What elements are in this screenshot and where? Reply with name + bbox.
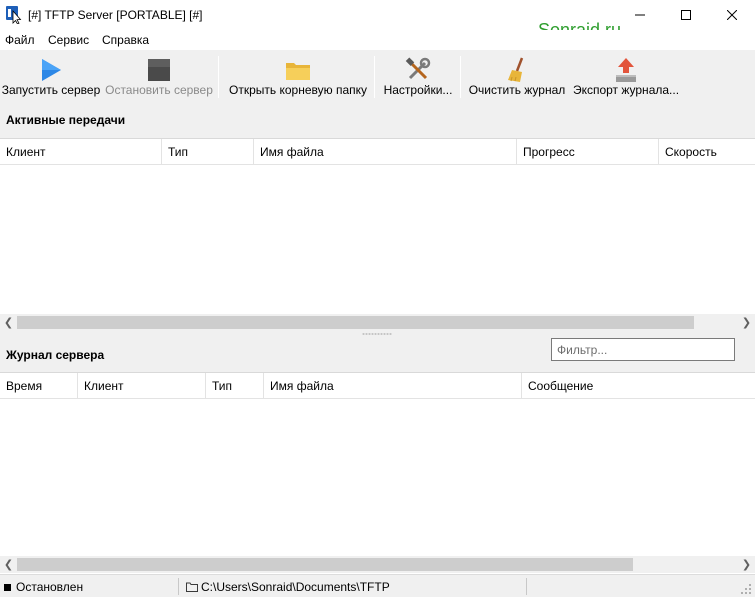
folder-icon: [286, 63, 310, 80]
column-filename[interactable]: Имя файла: [264, 373, 522, 398]
column-type[interactable]: Тип: [162, 139, 254, 164]
tools-icon: [405, 57, 431, 80]
settings-button[interactable]: Настройки...: [380, 50, 456, 102]
server-log-hscrollbar[interactable]: ❮ ❯: [0, 556, 755, 573]
clear-log-label: Очистить журнал: [468, 83, 566, 97]
menu-service[interactable]: Сервис: [48, 33, 89, 47]
stopped-indicator-icon: [4, 584, 11, 591]
scrollbar-thumb[interactable]: [17, 316, 694, 329]
scroll-right-icon[interactable]: ❯: [738, 314, 755, 331]
settings-label: Настройки...: [383, 83, 453, 97]
open-root-folder-button[interactable]: Открыть корневую папку: [225, 50, 371, 102]
status-bar: Остановлен C:\Users\Sonraid\Documents\TF…: [0, 574, 755, 597]
export-log-button[interactable]: Экспорт журнала...: [570, 50, 682, 102]
column-type[interactable]: Тип: [206, 373, 264, 398]
scroll-left-icon[interactable]: ❮: [0, 314, 17, 331]
column-client[interactable]: Клиент: [78, 373, 206, 398]
resize-grip-icon[interactable]: [740, 583, 752, 595]
start-server-button[interactable]: Запустить сервер: [0, 50, 102, 102]
start-server-label: Запустить сервер: [1, 83, 101, 97]
minimize-icon: [635, 14, 645, 16]
server-log-column-header: Время Клиент Тип Имя файла Сообщение: [0, 373, 755, 399]
toolbar-separator: [374, 56, 375, 98]
play-icon: [42, 59, 61, 81]
active-transfers-header: Активные передачи: [0, 102, 755, 138]
open-root-folder-label: Открыть корневую папку: [229, 83, 367, 97]
active-transfers-title: Активные передачи: [6, 113, 126, 127]
maximize-icon: [681, 10, 691, 20]
app-icon: [6, 6, 22, 24]
status-separator: [526, 578, 527, 595]
column-time[interactable]: Время: [0, 373, 78, 398]
root-path[interactable]: C:\Users\Sonraid\Documents\TFTP: [186, 575, 390, 597]
folder-small-icon: [186, 582, 198, 592]
menu-bar: Файл Сервис Справка: [0, 30, 755, 50]
column-filename[interactable]: Имя файла: [254, 139, 517, 164]
toolbar-separator: [460, 56, 461, 98]
server-log-list[interactable]: Время Клиент Тип Имя файла Сообщение: [0, 372, 755, 556]
column-message[interactable]: Сообщение: [522, 373, 755, 398]
minimize-button[interactable]: [617, 0, 663, 30]
server-status: Остановлен: [4, 575, 83, 597]
splitter-grip-icon: [362, 333, 392, 335]
stop-icon: [148, 59, 170, 81]
active-transfers-column-header: Клиент Тип Имя файла Прогресс Скорость: [0, 139, 755, 165]
root-path-text: C:\Users\Sonraid\Documents\TFTP: [201, 580, 390, 594]
export-log-label: Экспорт журнала...: [572, 83, 680, 97]
menu-file[interactable]: Файл: [5, 33, 35, 47]
column-speed[interactable]: Скорость: [659, 139, 755, 164]
column-progress[interactable]: Прогресс: [517, 139, 659, 164]
close-button[interactable]: [709, 0, 755, 30]
close-icon: [727, 10, 737, 20]
pane-splitter[interactable]: [0, 330, 755, 338]
title-bar: [#] TFTP Server [PORTABLE] [#] Sonraid.r…: [0, 0, 755, 40]
clear-log-button[interactable]: Очистить журнал: [466, 50, 568, 102]
scroll-left-icon[interactable]: ❮: [0, 556, 17, 573]
status-separator: [178, 578, 179, 595]
active-transfers-hscrollbar[interactable]: ❮ ❯: [0, 314, 755, 331]
export-icon: [616, 58, 636, 82]
scrollbar-thumb[interactable]: [17, 558, 633, 571]
menu-help[interactable]: Справка: [102, 33, 149, 47]
stop-server-label: Остановить сервер: [105, 83, 213, 97]
broom-icon: [508, 57, 524, 82]
toolbar-separator: [218, 56, 219, 98]
column-client[interactable]: Клиент: [0, 139, 162, 164]
stop-server-button[interactable]: Остановить сервер: [104, 50, 214, 102]
maximize-button[interactable]: [663, 0, 709, 30]
toolbar: Запустить сервер Остановить сервер Откры…: [0, 50, 755, 102]
scroll-right-icon[interactable]: ❯: [738, 556, 755, 573]
window-title: [#] TFTP Server [PORTABLE] [#]: [28, 8, 203, 22]
filter-input[interactable]: [551, 338, 735, 361]
server-log-title: Журнал сервера: [6, 348, 105, 362]
active-transfers-list[interactable]: Клиент Тип Имя файла Прогресс Скорость: [0, 138, 755, 314]
server-status-text: Остановлен: [16, 580, 84, 594]
